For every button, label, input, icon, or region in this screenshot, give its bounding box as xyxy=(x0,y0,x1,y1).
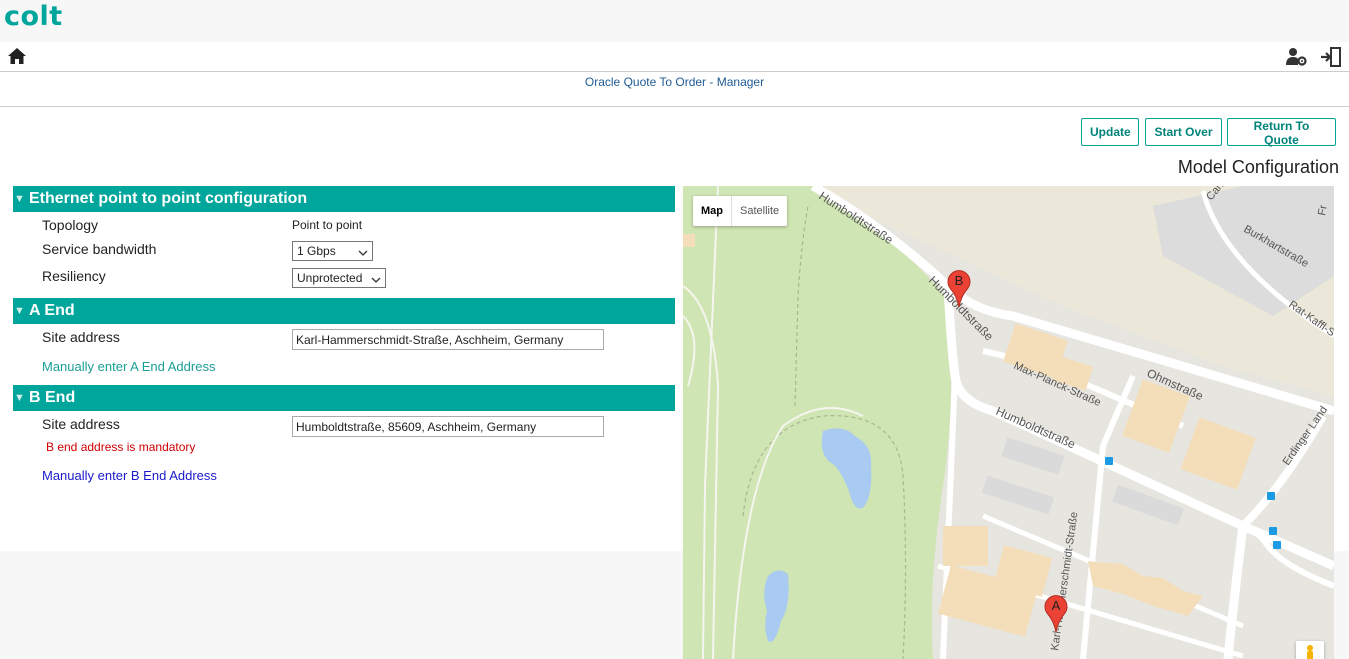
resiliency-select[interactable]: Unprotected xyxy=(292,268,386,288)
a-end-section-title: A End xyxy=(29,302,75,319)
b-end-site-label: Site address xyxy=(42,416,120,432)
b-end-section-title: B End xyxy=(29,389,76,406)
satellite-view-button[interactable]: Satellite xyxy=(731,196,787,226)
topology-value: Point to point xyxy=(292,218,363,232)
home-icon[interactable] xyxy=(7,47,29,67)
app-title: Oracle Quote To Order - Manager xyxy=(584,75,765,89)
start-over-button[interactable]: Start Over xyxy=(1145,118,1222,146)
nav-bar xyxy=(0,42,1349,72)
bandwidth-label: Service bandwidth xyxy=(42,241,157,257)
chevron-down-icon xyxy=(358,245,368,263)
resiliency-value: Unprotected xyxy=(297,271,363,285)
a-end-site-label: Site address xyxy=(42,329,120,345)
b-end-site-input[interactable] xyxy=(292,416,604,437)
return-to-quote-button[interactable]: Return To Quote xyxy=(1227,118,1336,147)
marker-a-label: A xyxy=(1051,598,1061,613)
marker-b[interactable]: B xyxy=(947,270,971,308)
collapse-triangle-icon[interactable]: ▼ xyxy=(14,298,25,324)
collapse-triangle-icon[interactable]: ▼ xyxy=(14,186,25,212)
map[interactable]: Humboldtstraße Humboldtstraße Max-Planck… xyxy=(683,186,1334,659)
collapse-triangle-icon[interactable]: ▼ xyxy=(14,385,25,411)
update-button[interactable]: Update xyxy=(1081,118,1139,146)
title-bar: Oracle Quote To Order - Manager xyxy=(0,72,1349,107)
colt-logo: colt xyxy=(4,1,63,32)
b-end-error: B end address is mandatory xyxy=(46,440,196,454)
logo-bar: colt xyxy=(0,0,1349,42)
marker-a[interactable]: A xyxy=(1044,595,1068,633)
bandwidth-select[interactable]: 1 Gbps xyxy=(292,241,373,261)
map-view-button[interactable]: Map xyxy=(693,196,731,226)
street-view-pegman-icon[interactable] xyxy=(1296,641,1324,659)
a-end-site-input[interactable] xyxy=(292,329,604,350)
b-end-manual-link[interactable]: Manually enter B End Address xyxy=(42,468,217,483)
map-type-control: Map Satellite xyxy=(693,196,788,226)
ethernet-section-header[interactable]: ▼ Ethernet point to point configuration xyxy=(13,186,675,212)
map-canvas: Humboldtstraße Humboldtstraße Max-Planck… xyxy=(683,186,1334,659)
bandwidth-value: 1 Gbps xyxy=(297,244,336,258)
chevron-down-icon xyxy=(371,272,381,290)
resiliency-label: Resiliency xyxy=(42,268,106,284)
a-end-section-header[interactable]: ▼ A End xyxy=(13,298,675,324)
b-end-section-header[interactable]: ▼ B End xyxy=(13,385,675,411)
marker-b-label: B xyxy=(954,273,964,288)
logout-icon[interactable] xyxy=(1320,47,1342,67)
ethernet-section-title: Ethernet point to point configuration xyxy=(29,190,308,207)
page-heading: Model Configuration xyxy=(1177,157,1339,177)
user-settings-icon[interactable] xyxy=(1285,47,1307,67)
topology-label: Topology xyxy=(42,217,99,233)
a-end-manual-link[interactable]: Manually enter A End Address xyxy=(42,359,215,374)
